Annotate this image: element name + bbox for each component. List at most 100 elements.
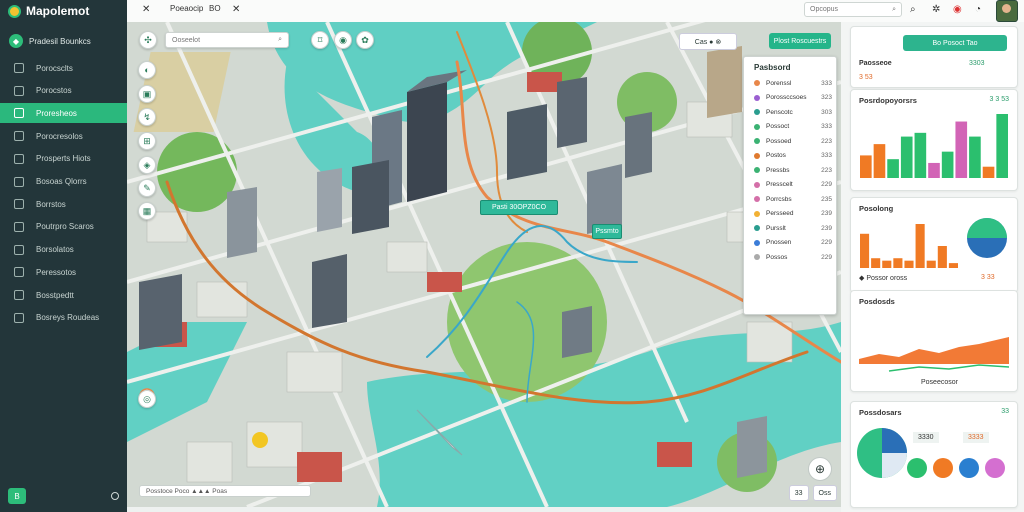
sidebar-item-1[interactable]: Porocsclts — [0, 58, 127, 78]
pink-status-icon[interactable] — [985, 458, 1005, 478]
sidebar-item-label: Prosperts Hiots — [36, 154, 91, 164]
sidebar-item-12[interactable]: Bosreys Roudeas — [0, 308, 127, 328]
target-tool-icon[interactable]: ◎ — [138, 390, 156, 408]
map-scale-chip[interactable]: 33 — [788, 485, 809, 501]
clock-icon[interactable]: ◔ — [975, 4, 981, 15]
zoom-control[interactable]: ⊕ — [808, 457, 832, 481]
legend-item[interactable]: Pnossen 229 — [754, 237, 832, 249]
area-chart-footer: Poseecosor — [921, 379, 958, 386]
bars-pie-summary: ◆ Possor oross — [859, 275, 908, 282]
legend-item[interactable]: Penscotc 303 — [754, 106, 832, 118]
close-tab-icon[interactable]: ✕ — [232, 4, 240, 15]
map-search-placeholder: Ooseelot — [172, 36, 201, 44]
legend-value: 239 — [821, 224, 832, 232]
sidebar-item-8[interactable]: Poutrpro Scaros — [0, 217, 127, 237]
close-icon[interactable]: ✕ — [142, 4, 150, 15]
avatar[interactable] — [996, 0, 1018, 22]
pie-card-title-right: 33 — [1001, 408, 1009, 415]
bookmark-icon[interactable]: ⌑ — [311, 31, 329, 49]
power-icon[interactable] — [111, 492, 119, 500]
legend-item[interactable]: Presscelt 229 — [754, 179, 832, 191]
workspace-selector[interactable]: ◆ Pradesil Bounkcs — [9, 34, 91, 48]
sidebar-item-3[interactable]: Proresheos — [0, 103, 127, 124]
map-search-input[interactable]: Ooseelot ⌕ — [165, 32, 289, 48]
route-icon — [14, 108, 24, 119]
legend-item[interactable]: Porrcsbs 235 — [754, 193, 832, 205]
legend-item[interactable]: Possoct 333 — [754, 121, 832, 133]
sidebar-item-4[interactable]: Porocresolos — [0, 126, 127, 146]
sidebar-item-6[interactable]: Bosoas Qlorrs — [0, 172, 127, 192]
poi-tool-icon[interactable]: ▣ — [138, 85, 156, 103]
chart-bar — [914, 132, 927, 178]
tab-secondary[interactable]: BO — [209, 4, 221, 13]
right-panel: Bo Posoct Tao Paosseoe 3303 3 53 Posrdop… — [841, 22, 1024, 512]
map-legend: Pasbsord Porenssl 333 Porossccsoes 323 Pensc… — [743, 56, 837, 315]
legend-label: Presscelt — [766, 181, 793, 188]
legend-label: Possoed — [766, 137, 792, 145]
legend-swatch — [754, 138, 760, 144]
layers-tool-icon[interactable]: ◐ — [138, 61, 156, 79]
photo-tool-icon[interactable]: ▦ — [138, 202, 156, 220]
plot-routes-button[interactable]: Plost Roscuestrs — [769, 33, 831, 49]
share-icon[interactable]: ✿ — [356, 31, 374, 49]
chart-bar — [996, 114, 1008, 178]
filter-icon — [14, 244, 24, 255]
legend-label: Porossccsoes — [766, 94, 807, 101]
green-status-icon[interactable] — [907, 458, 927, 478]
sidebar-item-2[interactable]: Porocstos — [0, 81, 127, 101]
sidebar-item-10[interactable]: Peressotos — [0, 262, 127, 282]
sidebar-item-label: Poutrpro Scaros — [36, 222, 94, 232]
draw-tool-icon[interactable]: ✎ — [138, 179, 156, 197]
sidebar-item-7[interactable]: Borrstos — [0, 194, 127, 214]
orange-status-icon[interactable] — [933, 458, 953, 478]
chart-bar — [982, 166, 995, 178]
legend-item[interactable]: Persseed 239 — [754, 208, 832, 220]
calendar-icon — [14, 176, 24, 187]
legend-item[interactable]: Postos 333 — [754, 150, 832, 162]
sidebar-item-label: Bosoas Qlorrs — [36, 177, 87, 186]
sidebar-item-11[interactable]: Bosstpedtt — [0, 285, 127, 305]
tab-primary[interactable]: Poeaocip — [170, 4, 203, 13]
legend-value: 229 — [821, 253, 832, 261]
filter-tool-icon[interactable]: ◈ — [138, 156, 156, 174]
compass-icon[interactable]: ✣ — [139, 31, 157, 49]
map-style-chip[interactable]: Oss — [812, 485, 837, 501]
chart-bar — [928, 162, 940, 178]
sidebar-item-5[interactable]: Prosperts Hiots — [0, 149, 127, 169]
search-alt-icon[interactable]: ⌕ — [910, 4, 916, 15]
map-view-chip[interactable]: Cas ● ⊗ — [679, 33, 737, 50]
legend-item[interactable]: Porenssl 333 — [754, 77, 832, 89]
pie-value-1: 3330 — [913, 432, 939, 443]
clock-icon — [14, 290, 24, 300]
legend-item[interactable]: Possoed 223 — [754, 135, 832, 147]
map-callout-main[interactable]: Pasti 30OPZ0CO — [480, 200, 558, 215]
legend-item[interactable]: Porossccsoes 323 — [754, 92, 832, 104]
sidebar-collapse-button[interactable]: B — [8, 488, 26, 504]
chart-bar — [860, 233, 870, 268]
legend-swatch — [754, 210, 760, 217]
chart-bar — [955, 121, 968, 178]
legend-item[interactable]: Pursslt 239 — [754, 222, 832, 234]
map-callout-secondary[interactable]: Pssmto — [592, 224, 622, 239]
location-icon[interactable]: ◉ — [334, 31, 352, 49]
pie-value-2: 3333 — [963, 432, 989, 443]
measure-tool-icon[interactable]: ⊞ — [138, 132, 156, 150]
summary-label: Paosseoe — [859, 60, 892, 67]
workspace-name: Pradesil Bounkcs — [29, 36, 91, 46]
summary-action-button[interactable]: Bo Posoct Tao — [903, 35, 1007, 51]
search-input[interactable]: Opcopus ⌕ — [804, 2, 902, 17]
legend-swatch — [754, 254, 760, 260]
legend-value: 239 — [821, 210, 832, 217]
sidebar-item-9[interactable]: Borsolatos — [0, 240, 127, 260]
legend-swatch — [754, 152, 760, 159]
route-tool-icon[interactable]: ↯ — [138, 108, 156, 126]
legend-item[interactable]: Possos 229 — [754, 251, 832, 263]
sidebar: Mapolemot ◆ Pradesil Bounkcs Porocsclts P… — [0, 0, 127, 512]
notification-icon[interactable]: ◉ — [953, 4, 962, 15]
map-view[interactable]: Ooseelot ⌕ ✣ ⌑ ◉ ✿ ◐ ▣ ↯ ⊞ ◈ ✎ ▦ ◎ Cas ●… — [127, 22, 841, 507]
blue-status-icon[interactable] — [959, 458, 979, 478]
legend-item[interactable]: Pressbs 223 — [754, 164, 832, 176]
chart-bar — [873, 144, 886, 178]
legend-value: 223 — [821, 137, 832, 145]
gear-icon[interactable]: ✲ — [932, 4, 940, 15]
